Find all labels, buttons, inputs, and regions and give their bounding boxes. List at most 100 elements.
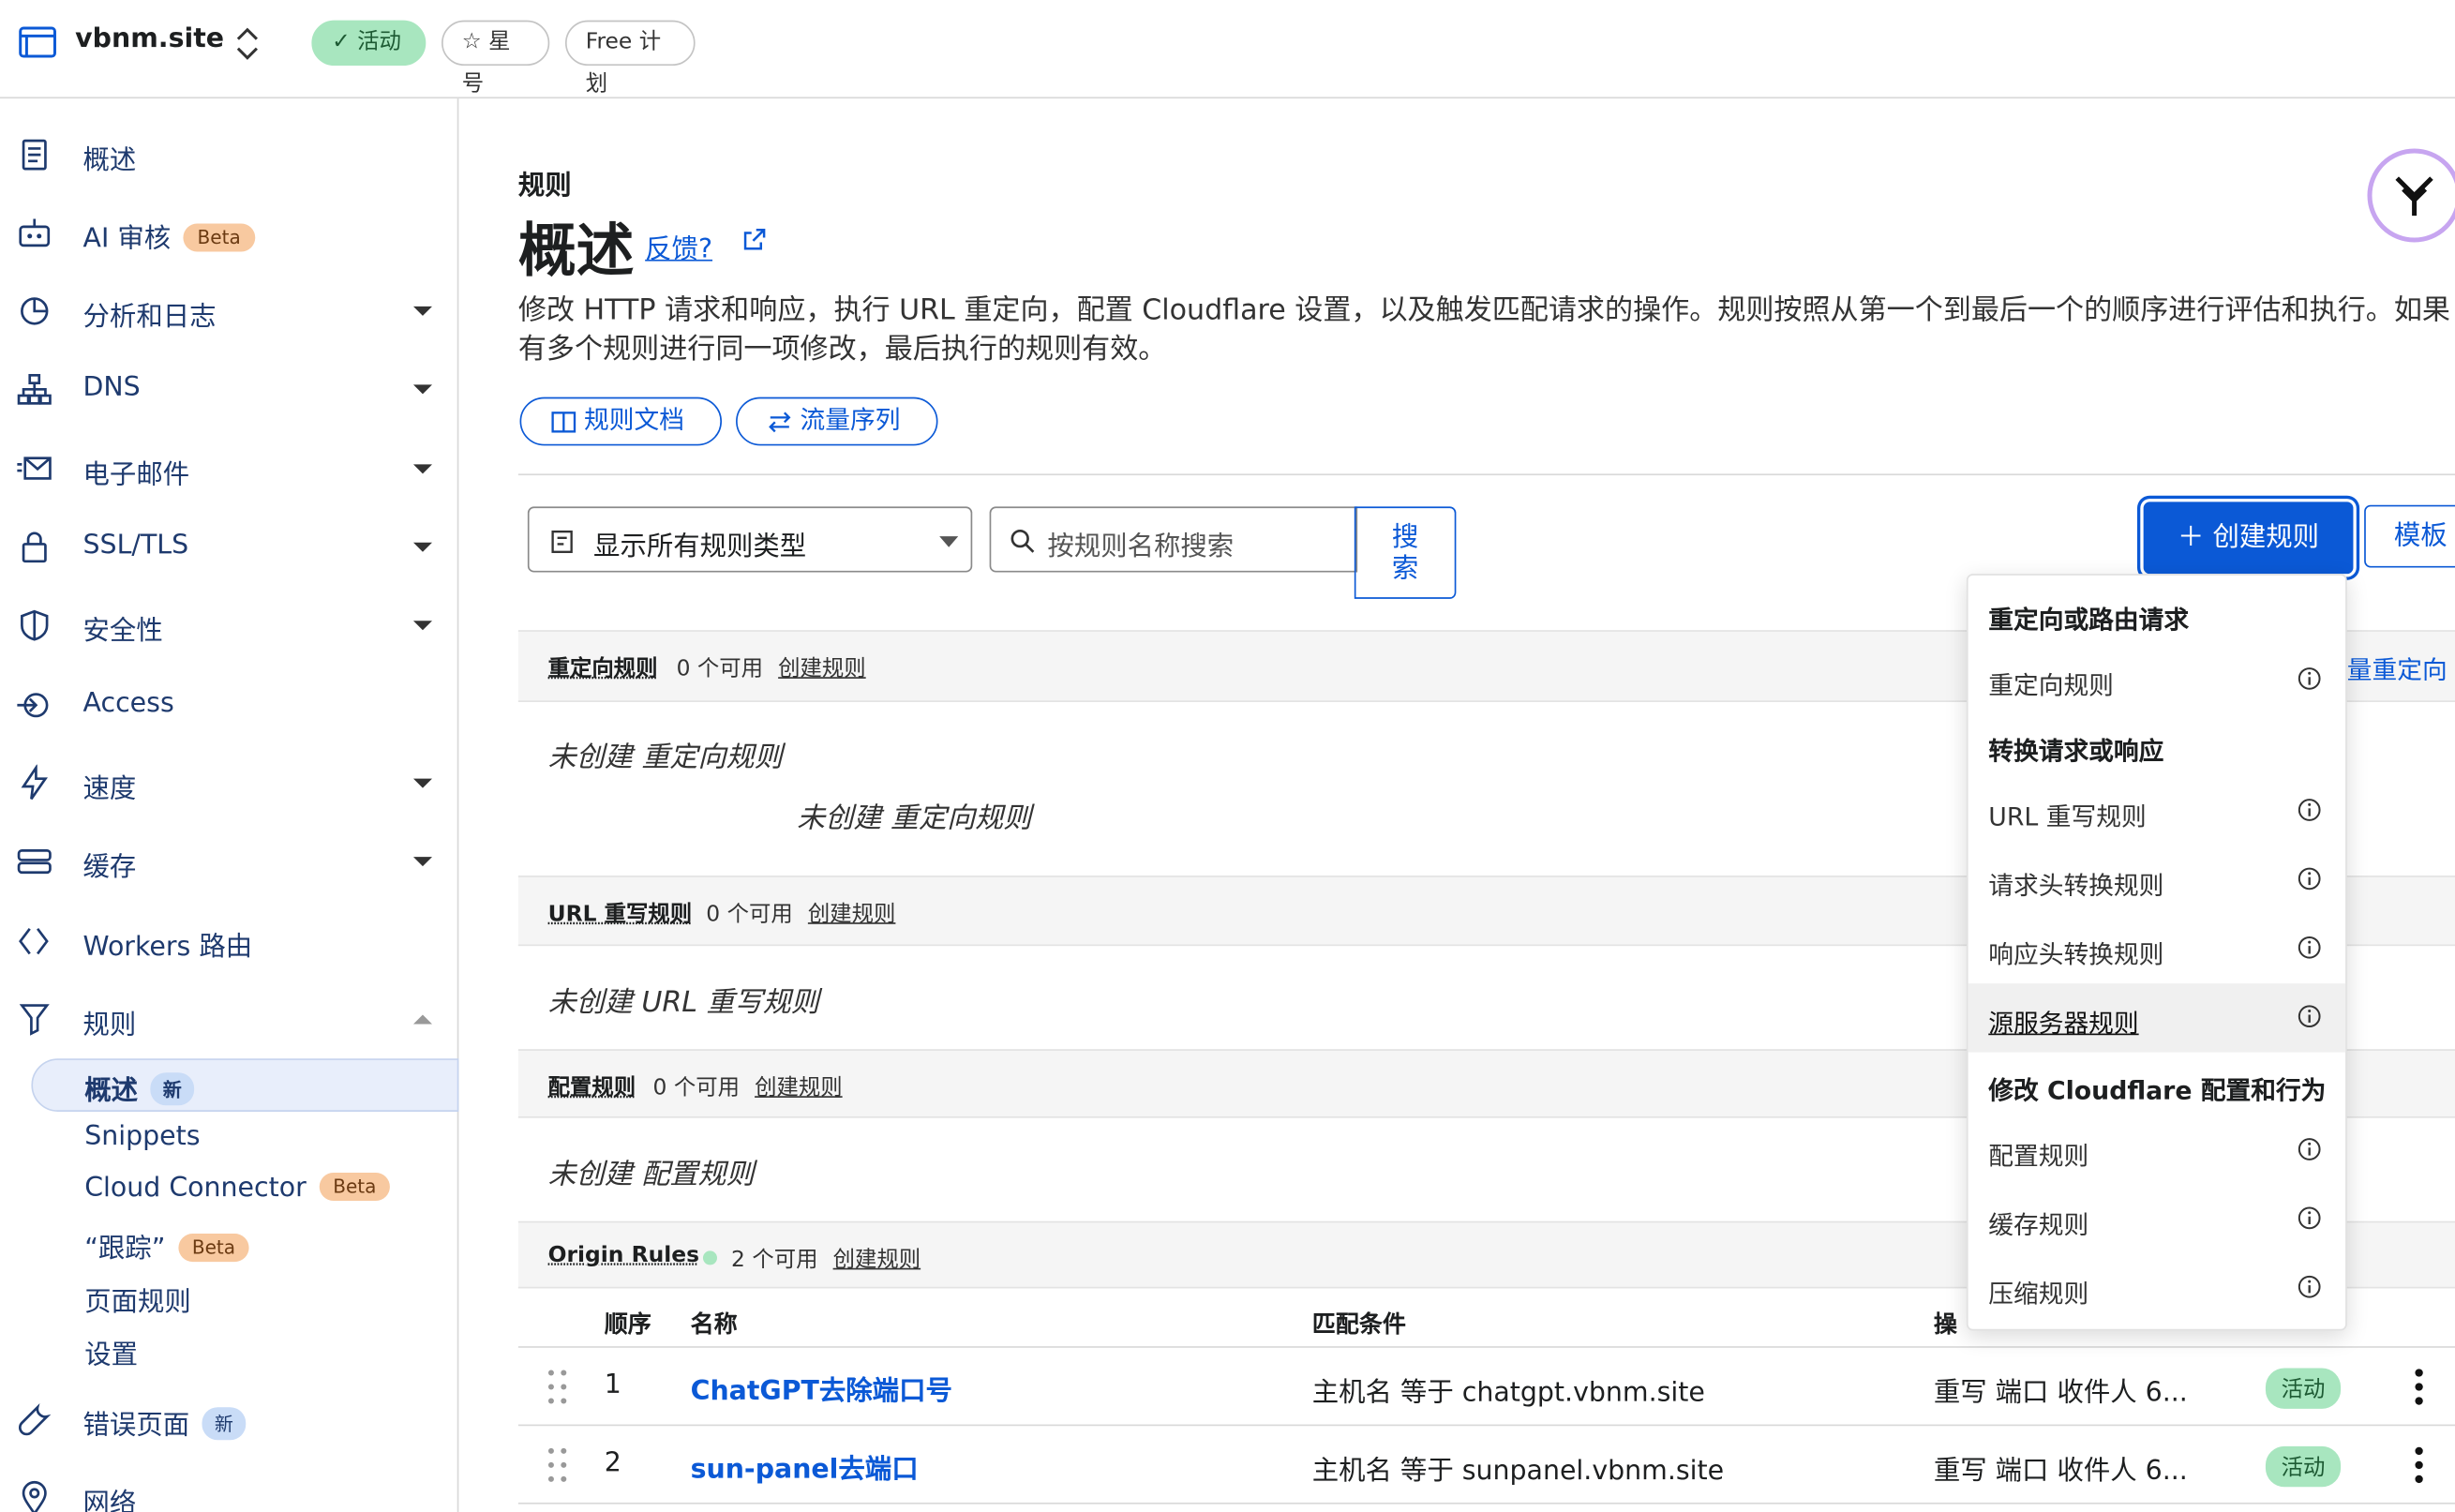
page-title: 概述 — [517, 217, 635, 285]
menu-item-origin-rules[interactable]: 源服务器规则 — [1968, 983, 2346, 1053]
column-header-name[interactable]: 名称 — [691, 1307, 738, 1340]
menu-item-compression-rules[interactable]: 压缩规则 — [1968, 1254, 2346, 1323]
sidebar-sub-item-overview[interactable]: 概述新 — [84, 1068, 195, 1107]
menu-item-url-rewrite-rules[interactable]: URL 重写规则 — [1968, 777, 2346, 846]
rules-docs-button[interactable]: 规则文档 — [519, 397, 723, 446]
create-rule-link[interactable]: 创建规则 — [808, 897, 896, 928]
info-icon[interactable] — [2297, 1137, 2322, 1162]
menu-item-cache-rules[interactable]: 缓存规则 — [1968, 1185, 2346, 1253]
sidebar-sub-item-settings[interactable]: 设置 — [84, 1332, 138, 1370]
available-count: 0 个可用 — [676, 656, 764, 682]
location-pin-icon — [22, 1481, 47, 1512]
sidebar-item-workers-routes[interactable]: Workers 路由 — [0, 910, 457, 973]
storage-icon — [17, 849, 52, 875]
site-name[interactable]: vbnm.site — [75, 23, 224, 54]
traffic-sequence-button[interactable]: 流量序列 — [736, 397, 938, 446]
rule-name-link[interactable]: ChatGPT去除端口号 — [691, 1369, 952, 1407]
info-icon[interactable] — [2297, 1274, 2322, 1299]
sidebar-item-access[interactable]: Access — [0, 674, 457, 737]
menu-group-heading: 重定向或路由请求 — [1988, 605, 2190, 636]
chevron-down-icon[interactable] — [412, 857, 433, 867]
sidebar-item-security[interactable]: 安全性 — [0, 594, 457, 657]
rule-type-select-value: 显示所有规则类型 — [593, 531, 807, 563]
sidebar-item-speed[interactable]: 速度 — [0, 752, 457, 815]
section-title[interactable]: URL 重写规则 — [548, 897, 693, 928]
sidebar-item-label: AI 审核 Beta — [83, 216, 255, 255]
traffic-button-label: 流量序列 — [800, 405, 901, 435]
sidebar-sub-item-page-rules[interactable]: 页面规则 — [84, 1279, 191, 1318]
chevron-up-icon[interactable] — [412, 1014, 433, 1025]
chevron-up-down-icon[interactable] — [232, 25, 262, 63]
section-title[interactable]: 配置规则 — [548, 1071, 636, 1102]
trace-label: “跟踪” — [84, 1234, 166, 1265]
plan-badge[interactable]: Free 计划 — [564, 20, 696, 97]
section-title[interactable]: Origin Rules — [548, 1243, 699, 1268]
network-icon — [17, 373, 52, 405]
info-icon[interactable] — [2297, 666, 2322, 692]
create-rule-link[interactable]: 创建规则 — [833, 1243, 921, 1274]
rule-type-select[interactable]: 显示所有规则类型 — [527, 506, 973, 573]
info-icon[interactable] — [2297, 798, 2322, 823]
access-icon — [17, 693, 49, 718]
sidebar-sub-item-cloud-connector[interactable]: Cloud Connector Beta — [84, 1173, 391, 1204]
search-input[interactable]: 按规则名称搜索 — [989, 506, 1358, 573]
create-rule-link[interactable]: 创建规则 — [755, 1071, 843, 1102]
rule-name-link[interactable]: sun-panel去端口 — [691, 1446, 919, 1485]
column-header-match[interactable]: 匹配条件 — [1312, 1307, 1406, 1340]
chevron-down-icon[interactable] — [412, 464, 433, 474]
star-button[interactable]: ☆ 星号 — [442, 20, 550, 97]
info-icon[interactable] — [2297, 1004, 2322, 1029]
column-header-order[interactable]: 顺序 — [605, 1307, 651, 1340]
sidebar-item-label: 缓存 — [82, 852, 137, 884]
sidebar-item-label: Workers 路由 — [82, 932, 253, 964]
menu-item-request-header-rules[interactable]: 请求头转换规则 — [1968, 846, 2346, 914]
sidebar-item-ai-audit[interactable]: AI 审核 Beta — [0, 202, 457, 264]
section-title[interactable]: 重定向规则 — [548, 652, 658, 683]
sidebar-item-network[interactable]: 网络 — [0, 1467, 457, 1512]
breadcrumb: 规则 — [517, 170, 572, 202]
sidebar-item-error-pages[interactable]: 错误页面新 — [0, 1388, 457, 1451]
chevron-down-icon[interactable] — [412, 778, 433, 788]
templates-button[interactable]: 模板 — [2364, 504, 2455, 568]
menu-item-label: 缓存规则 — [1988, 1210, 2089, 1240]
sidebar-item-email[interactable]: 电子邮件 — [0, 438, 457, 501]
more-options-icon[interactable] — [2413, 1367, 2425, 1407]
sidebar-item-ssl[interactable]: SSL/TLS — [0, 516, 457, 578]
sidebar-item-overview[interactable]: 概述 — [0, 124, 457, 187]
chevron-down-icon[interactable] — [412, 621, 433, 631]
avatar[interactable] — [2367, 148, 2455, 243]
drag-handle-icon[interactable] — [546, 1367, 568, 1407]
sidebar-item-analytics[interactable]: 分析和日志 — [0, 280, 457, 343]
bulk-redirect-link[interactable]: 量重定向 — [2347, 649, 2448, 686]
sidebar-item-label: 规则 — [82, 1010, 137, 1041]
info-icon[interactable] — [2297, 935, 2322, 960]
chevron-down-icon[interactable] — [412, 542, 433, 552]
sidebar-item-rules[interactable]: 规则 — [0, 988, 457, 1051]
search-button[interactable]: 搜索 — [1354, 506, 1457, 599]
create-rule-link[interactable]: 创建规则 — [778, 652, 866, 683]
menu-item-response-header-rules[interactable]: 响应头转换规则 — [1968, 915, 2346, 983]
feedback-link[interactable]: 反馈? — [645, 227, 712, 265]
menu-group-heading: 修改 Cloudflare 配置和行为 — [1988, 1075, 2327, 1106]
menu-item-config-rules[interactable]: 配置规则 — [1968, 1116, 2346, 1185]
status-badge: ✓ 活动 — [311, 20, 427, 67]
column-header-action[interactable]: 操 — [1934, 1307, 1957, 1340]
menu-item-label: 源服务器规则 — [1988, 1008, 2139, 1039]
external-link-icon[interactable] — [742, 227, 768, 252]
sidebar-item-dns[interactable]: DNS — [0, 358, 457, 421]
sidebar-sub-item-snippets[interactable]: Snippets — [84, 1121, 200, 1152]
chevron-down-icon[interactable] — [412, 306, 433, 316]
shield-icon — [21, 609, 49, 641]
create-rule-button[interactable]: ＋ 创建规则 — [2143, 502, 2354, 575]
sidebar-item-cache[interactable]: 缓存 — [0, 831, 457, 893]
info-icon[interactable] — [2297, 866, 2322, 891]
more-options-icon[interactable] — [2413, 1445, 2425, 1485]
menu-item-redirect-rules[interactable]: 重定向规则 — [1968, 646, 2346, 714]
info-icon[interactable] — [2297, 1205, 2322, 1231]
sidebar-sub-item-trace[interactable]: “跟踪” Beta — [84, 1226, 250, 1265]
menu-item-label: 配置规则 — [1988, 1141, 2089, 1172]
drag-handle-icon[interactable] — [546, 1445, 568, 1485]
row-order: 1 — [604, 1370, 621, 1401]
sidebar: 概述 AI 审核 Beta 分析和日志 DNS 电子邮件 SSL/TLS 安全性… — [0, 98, 459, 1512]
chevron-down-icon[interactable] — [412, 384, 433, 395]
